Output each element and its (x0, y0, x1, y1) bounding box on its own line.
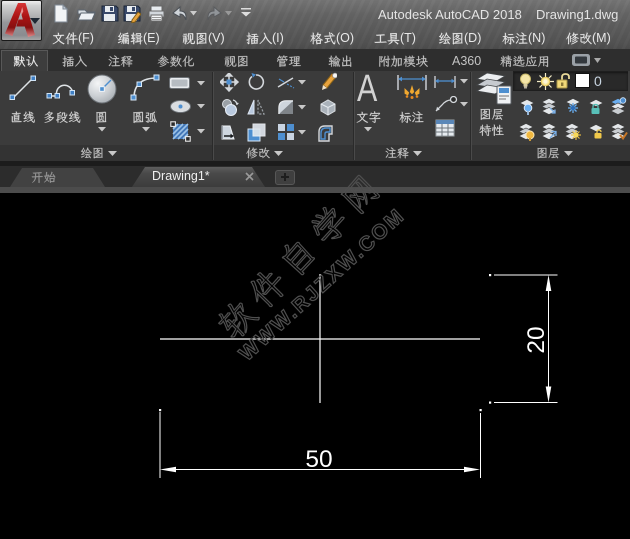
svg-text:20: 20 (523, 326, 550, 353)
svg-text:50: 50 (305, 446, 332, 473)
